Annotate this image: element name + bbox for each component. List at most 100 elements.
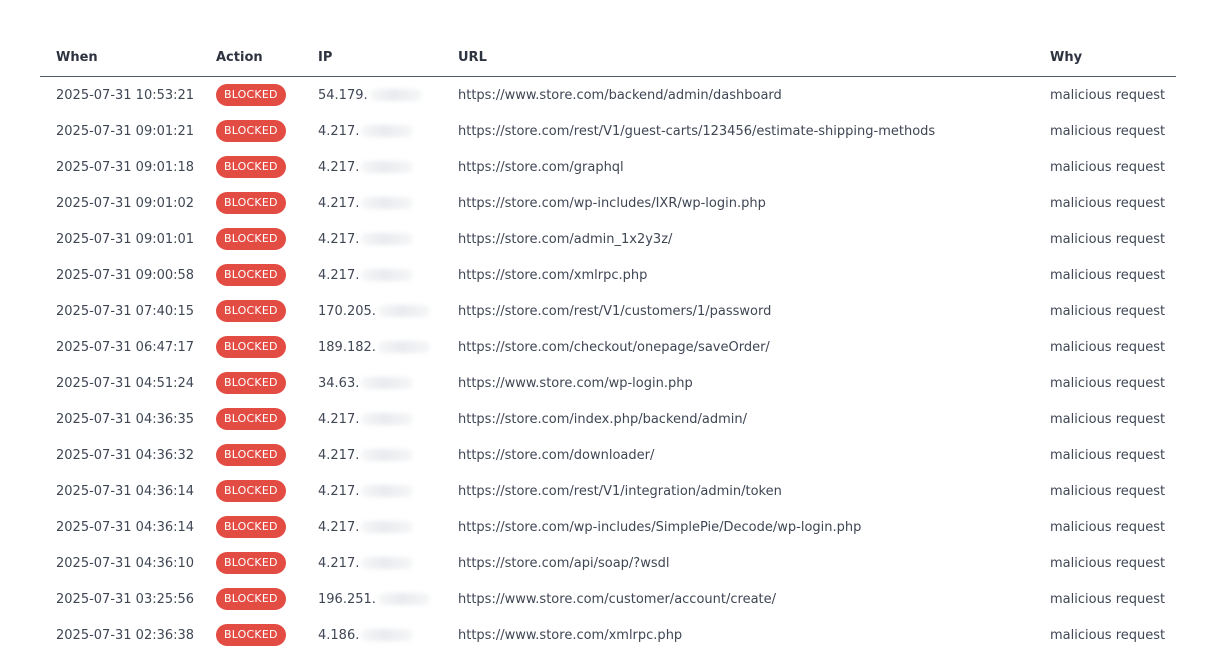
cell-ip: 4.217. <box>302 257 442 293</box>
request-url: https://store.com/wp-includes/IXR/wp-log… <box>458 195 766 211</box>
block-reason: malicious request <box>1050 375 1166 391</box>
redacted-ip-mask <box>361 413 414 425</box>
cell-action: BLOCKED <box>200 257 302 293</box>
table-row[interactable]: 2025-07-31 09:01:21 BLOCKED 4.217. https… <box>40 113 1176 149</box>
timestamp: 2025-07-31 04:36:35 <box>56 411 195 427</box>
table-row[interactable]: 2025-07-31 03:25:56 BLOCKED 196.251. htt… <box>40 581 1176 617</box>
status-badge: BLOCKED <box>216 444 286 466</box>
table-row[interactable]: 2025-07-31 04:36:14 BLOCKED 4.217. https… <box>40 509 1176 545</box>
cell-ip: 4.217. <box>302 185 442 221</box>
cell-url: https://store.com/wp-includes/SimplePie/… <box>442 509 1034 545</box>
cell-url: https://www.store.com/xmlrpc.php <box>442 617 1034 653</box>
column-header-action[interactable]: Action <box>200 38 302 77</box>
column-header-why[interactable]: Why <box>1034 38 1176 77</box>
request-url: https://store.com/graphql <box>458 159 624 175</box>
cell-action: BLOCKED <box>200 221 302 257</box>
ip-address: 4.217. <box>318 159 360 175</box>
table-row[interactable]: 2025-07-31 09:01:02 BLOCKED 4.217. https… <box>40 185 1176 221</box>
status-badge: BLOCKED <box>216 228 286 250</box>
cell-why: malicious request <box>1034 473 1176 509</box>
timestamp: 2025-07-31 04:36:32 <box>56 447 195 463</box>
table-row[interactable]: 2025-07-31 02:36:38 BLOCKED 4.186. https… <box>40 617 1176 653</box>
timestamp: 2025-07-31 10:53:21 <box>56 87 195 103</box>
table-row[interactable]: 2025-07-31 09:00:58 BLOCKED 4.217. https… <box>40 257 1176 293</box>
request-url: https://store.com/rest/V1/integration/ad… <box>458 483 782 499</box>
cell-action: BLOCKED <box>200 617 302 653</box>
request-url: https://store.com/index.php/backend/admi… <box>458 411 747 427</box>
block-reason: malicious request <box>1050 195 1166 211</box>
cell-when: 2025-07-31 02:36:38 <box>40 617 200 653</box>
redacted-ip-mask <box>361 233 414 245</box>
ip-address: 170.205. <box>318 303 376 319</box>
timestamp: 2025-07-31 04:36:10 <box>56 555 195 571</box>
cell-why: malicious request <box>1034 113 1176 149</box>
request-url: https://www.store.com/backend/admin/dash… <box>458 87 782 103</box>
redacted-ip-mask <box>361 161 414 173</box>
request-url: https://www.store.com/xmlrpc.php <box>458 627 683 643</box>
request-url: https://store.com/api/soap/?wsdl <box>458 555 670 571</box>
cell-why: malicious request <box>1034 581 1176 617</box>
cell-when: 2025-07-31 09:01:02 <box>40 185 200 221</box>
redacted-ip-mask <box>361 485 414 497</box>
cell-action: BLOCKED <box>200 293 302 329</box>
status-badge: BLOCKED <box>216 264 286 286</box>
timestamp: 2025-07-31 09:01:02 <box>56 195 195 211</box>
redacted-ip-mask <box>361 269 414 281</box>
redacted-ip-mask <box>361 449 414 461</box>
redacted-ip-mask <box>361 125 414 137</box>
table-row[interactable]: 2025-07-31 06:47:17 BLOCKED 189.182. htt… <box>40 329 1176 365</box>
timestamp: 2025-07-31 09:01:21 <box>56 123 195 139</box>
table-row[interactable]: 2025-07-31 09:01:18 BLOCKED 4.217. https… <box>40 149 1176 185</box>
cell-when: 2025-07-31 07:40:15 <box>40 293 200 329</box>
ip-address: 4.217. <box>318 447 360 463</box>
ip-address: 4.217. <box>318 195 360 211</box>
table-row[interactable]: 2025-07-31 07:40:15 BLOCKED 170.205. htt… <box>40 293 1176 329</box>
cell-action: BLOCKED <box>200 509 302 545</box>
request-url: https://store.com/admin_1x2y3z/ <box>458 231 673 247</box>
cell-url: https://store.com/graphql <box>442 149 1034 185</box>
cell-url: https://store.com/index.php/backend/admi… <box>442 401 1034 437</box>
column-header-url[interactable]: URL <box>442 38 1034 77</box>
ip-address: 4.217. <box>318 123 360 139</box>
timestamp: 2025-07-31 04:36:14 <box>56 519 195 535</box>
block-reason: malicious request <box>1050 339 1166 355</box>
cell-url: https://store.com/wp-includes/IXR/wp-log… <box>442 185 1034 221</box>
request-url: https://www.store.com/customer/account/c… <box>458 591 777 607</box>
cell-url: https://www.store.com/backend/admin/dash… <box>442 77 1034 114</box>
block-reason: malicious request <box>1050 123 1166 139</box>
column-header-ip[interactable]: IP <box>302 38 442 77</box>
cell-action: BLOCKED <box>200 329 302 365</box>
request-url: https://www.store.com/wp-login.php <box>458 375 693 391</box>
status-badge: BLOCKED <box>216 156 286 178</box>
cell-ip: 34.63. <box>302 365 442 401</box>
ip-address: 4.217. <box>318 555 360 571</box>
timestamp: 2025-07-31 06:47:17 <box>56 339 195 355</box>
ip-address: 34.63. <box>318 375 360 391</box>
table-row[interactable]: 2025-07-31 04:51:24 BLOCKED 34.63. https… <box>40 365 1176 401</box>
table-row[interactable]: 2025-07-31 04:36:14 BLOCKED 4.217. https… <box>40 473 1176 509</box>
cell-why: malicious request <box>1034 437 1176 473</box>
table-row[interactable]: 2025-07-31 04:36:35 BLOCKED 4.217. https… <box>40 401 1176 437</box>
block-reason: malicious request <box>1050 159 1166 175</box>
cell-why: malicious request <box>1034 221 1176 257</box>
block-reason: malicious request <box>1050 87 1166 103</box>
table-row[interactable]: 2025-07-31 09:01:01 BLOCKED 4.217. https… <box>40 221 1176 257</box>
status-badge: BLOCKED <box>216 192 286 214</box>
cell-action: BLOCKED <box>200 77 302 114</box>
request-url: https://store.com/wp-includes/SimplePie/… <box>458 519 862 535</box>
block-reason: malicious request <box>1050 303 1166 319</box>
cell-ip: 4.217. <box>302 437 442 473</box>
cell-why: malicious request <box>1034 185 1176 221</box>
status-badge: BLOCKED <box>216 588 286 610</box>
table-header-row: When Action IP URL Why <box>40 38 1176 77</box>
column-header-when[interactable]: When <box>40 38 200 77</box>
cell-action: BLOCKED <box>200 149 302 185</box>
cell-url: https://store.com/rest/V1/integration/ad… <box>442 473 1034 509</box>
cell-action: BLOCKED <box>200 545 302 581</box>
table-row[interactable]: 2025-07-31 04:36:32 BLOCKED 4.217. https… <box>40 437 1176 473</box>
request-url: https://store.com/downloader/ <box>458 447 655 463</box>
table-row[interactable]: 2025-07-31 10:53:21 BLOCKED 54.179. http… <box>40 77 1176 114</box>
table-row[interactable]: 2025-07-31 04:36:10 BLOCKED 4.217. https… <box>40 545 1176 581</box>
cell-ip: 4.186. <box>302 617 442 653</box>
request-url: https://store.com/xmlrpc.php <box>458 267 648 283</box>
